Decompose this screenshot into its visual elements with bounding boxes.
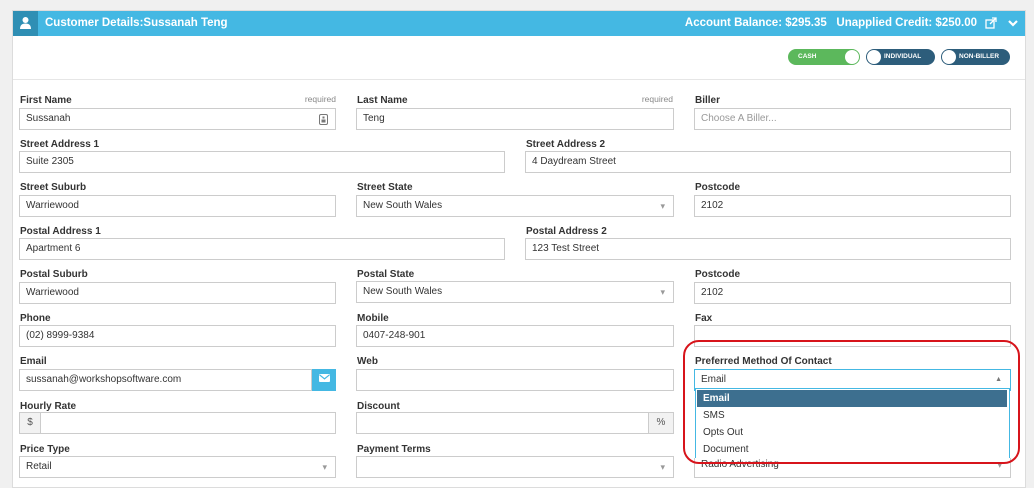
- panel-title-label: Customer Details:: [45, 17, 144, 29]
- first-name-required: required: [304, 94, 336, 104]
- preferred-contact-label: Preferred Method Of Contact: [695, 356, 832, 367]
- customer-name: Sussanah Teng: [143, 17, 228, 29]
- account-summary: Account Balance: $295.35 Unapplied Credi…: [685, 17, 977, 29]
- option-sms[interactable]: SMS: [697, 407, 1007, 424]
- option-email[interactable]: Email: [697, 390, 1007, 407]
- biller-select[interactable]: Choose A Biller...: [694, 108, 1011, 130]
- option-opts-out[interactable]: Opts Out: [697, 424, 1007, 441]
- last-name-required: required: [641, 94, 673, 104]
- email-label: Email: [20, 356, 47, 367]
- fax-label: Fax: [695, 313, 713, 324]
- postal-suburb-input[interactable]: Warriewood: [19, 282, 336, 304]
- send-email-button[interactable]: [312, 369, 336, 391]
- preferred-contact-dropdown: Email SMS Opts Out Document: [695, 388, 1010, 459]
- non-biller-toggle-knob: [942, 50, 956, 64]
- postal-address-1-label: Postal Address 1: [20, 226, 101, 237]
- cash-toggle[interactable]: CASH: [788, 49, 860, 65]
- individual-toggle-label: INDIVIDUAL: [884, 53, 922, 60]
- street-postcode-label: Postcode: [695, 182, 741, 193]
- postal-postcode-input[interactable]: 2102: [694, 282, 1011, 304]
- street-address-2-input[interactable]: 4 Daydream Street: [525, 151, 1011, 173]
- chevron-down-icon[interactable]: [1007, 16, 1019, 33]
- individual-toggle[interactable]: INDIVIDUAL: [866, 49, 935, 65]
- non-biller-toggle-label: NON-BILLER: [959, 53, 1000, 60]
- first-name-input[interactable]: Sussanah: [19, 108, 336, 130]
- customer-type-toolbar: CASH INDIVIDUAL NON-BILLER: [13, 37, 1025, 80]
- web-label: Web: [357, 356, 378, 367]
- street-postcode-input[interactable]: 2102: [694, 195, 1011, 217]
- phone-input[interactable]: (02) 8999-9384: [19, 325, 336, 347]
- price-type-label: Price Type: [20, 444, 70, 455]
- mobile-label: Mobile: [357, 313, 389, 324]
- discount-label: Discount: [357, 401, 400, 412]
- postal-address-1-input[interactable]: Apartment 6: [19, 238, 505, 260]
- mobile-input[interactable]: 0407-248-901: [356, 325, 674, 347]
- email-input[interactable]: sussanah@workshopsoftware.com: [19, 369, 312, 391]
- currency-addon: $: [19, 412, 41, 434]
- first-name-label: First Name: [20, 95, 72, 106]
- cash-toggle-knob: [845, 50, 859, 64]
- web-input[interactable]: [356, 369, 674, 391]
- last-name-label: Last Name: [357, 95, 408, 106]
- non-biller-toggle[interactable]: NON-BILLER: [941, 49, 1010, 65]
- street-address-1-label: Street Address 1: [20, 139, 100, 150]
- payment-terms-label: Payment Terms: [357, 444, 431, 455]
- biller-label: Biller: [695, 95, 721, 106]
- price-type-select[interactable]: Retail: [19, 456, 336, 478]
- street-suburb-label: Street Suburb: [20, 182, 87, 193]
- phone-label: Phone: [20, 313, 51, 324]
- account-balance: Account Balance: $295.35: [684, 17, 827, 29]
- option-document[interactable]: Document: [697, 441, 1007, 458]
- envelope-icon: [318, 373, 330, 384]
- last-name-input[interactable]: Teng: [356, 108, 674, 130]
- fax-input[interactable]: [694, 325, 1011, 347]
- user-icon: [13, 11, 38, 36]
- street-state-select[interactable]: New South Wales: [356, 195, 674, 217]
- payment-terms-select[interactable]: [356, 456, 674, 478]
- unapplied-credit: Unapplied Credit: $250.00: [836, 17, 977, 29]
- postal-address-2-label: Postal Address 2: [526, 226, 607, 237]
- first-name-value: Sussanah: [26, 113, 71, 124]
- individual-toggle-knob: [867, 50, 881, 64]
- percent-addon: %: [648, 412, 674, 434]
- street-address-2-label: Street Address 2: [526, 139, 606, 150]
- cash-toggle-label: CASH: [798, 53, 817, 60]
- discount-input[interactable]: [356, 412, 649, 434]
- postal-postcode-label: Postcode: [695, 269, 741, 280]
- street-address-1-input[interactable]: Suite 2305: [19, 151, 505, 173]
- hourly-rate-label: Hourly Rate: [20, 401, 77, 412]
- external-link-icon[interactable]: [985, 17, 997, 32]
- caret-up-icon: ▲: [995, 376, 1002, 383]
- panel-title: Customer Details:Sussanah Teng: [45, 17, 228, 29]
- street-state-label: Street State: [357, 182, 413, 193]
- postal-state-select[interactable]: New South Wales: [356, 281, 674, 303]
- postal-suburb-label: Postal Suburb: [20, 269, 88, 280]
- referral-source-select[interactable]: Radio Advertising: [694, 458, 1011, 478]
- preferred-contact-value: Email: [701, 374, 727, 385]
- hourly-rate-input[interactable]: [40, 412, 336, 434]
- postal-address-2-input[interactable]: 123 Test Street: [525, 238, 1011, 260]
- postal-state-label: Postal State: [357, 269, 415, 280]
- street-suburb-input[interactable]: Warriewood: [19, 195, 336, 217]
- contact-card-icon[interactable]: [319, 113, 328, 129]
- panel-header: Customer Details:Sussanah Teng Account B…: [13, 11, 1025, 36]
